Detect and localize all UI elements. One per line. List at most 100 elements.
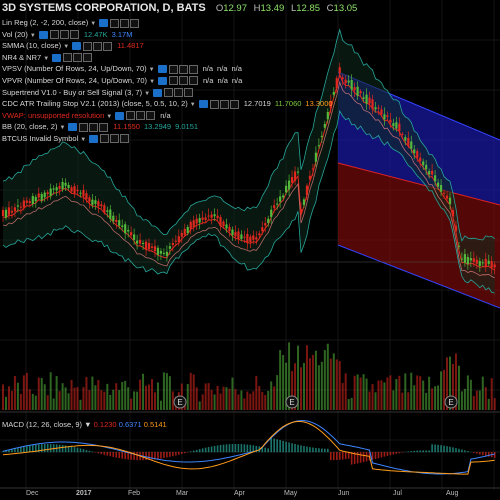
- high-value: 13.49: [260, 3, 285, 14]
- candle-body: [290, 176, 294, 183]
- indicator-label: BB (20, close, 2): [2, 122, 58, 132]
- more-icon[interactable]: [103, 41, 113, 51]
- eye-icon[interactable]: [115, 111, 125, 120]
- settings-icon[interactable]: [83, 41, 93, 51]
- settings-icon[interactable]: [110, 18, 120, 28]
- close-icon[interactable]: [120, 18, 130, 28]
- macd-label: MACD (12, 26, close, 9): [2, 420, 83, 429]
- close-icon[interactable]: [174, 88, 184, 98]
- volume-bar: [25, 372, 28, 410]
- indicator-row-vol[interactable]: Vol (20) ▼ 12.47K 3.17M: [2, 29, 333, 41]
- indicator-row-supertrend[interactable]: Supertrend V1.0 - Buy or Sell Signal (3,…: [2, 87, 333, 99]
- more-icon[interactable]: [120, 134, 130, 144]
- close-icon[interactable]: [178, 64, 188, 74]
- settings-icon[interactable]: [126, 111, 136, 121]
- macd-histogram-bar: [446, 446, 448, 453]
- indicator-row-vwap[interactable]: VWAP: unsupported resolution ▼ n/a: [2, 110, 333, 122]
- volume-bar: [112, 389, 115, 410]
- chevron-down-icon[interactable]: ▼: [43, 56, 49, 62]
- more-icon[interactable]: [229, 99, 239, 109]
- chevron-down-icon[interactable]: ▼: [90, 21, 96, 27]
- indicator-row-cdc[interactable]: CDC ATR Trailing Stop V2.1 (2013) (close…: [2, 98, 333, 110]
- close-icon[interactable]: [179, 76, 189, 86]
- settings-icon[interactable]: [63, 53, 73, 63]
- candle-body: [279, 196, 282, 202]
- eye-icon[interactable]: [68, 123, 78, 132]
- candle-body: [16, 205, 19, 207]
- time-axis[interactable]: Dec 2017 Feb Mar Apr May Jun Jul Aug: [0, 490, 500, 500]
- chevron-down-icon[interactable]: ▼: [30, 33, 36, 39]
- indicator-row-linreg[interactable]: Lin Reg (2, -2, 200, close) ▼: [2, 17, 333, 29]
- volume-bar: [94, 385, 97, 410]
- indicator-row-btcus[interactable]: BTCUS Invalid Symbol ▼: [2, 133, 333, 145]
- indicator-row-vpsv[interactable]: VPSV (Number Of Rows, 24, Up/Down, 70) ▼ n…: [2, 63, 333, 75]
- eye-icon[interactable]: [52, 53, 62, 62]
- chevron-down-icon[interactable]: ▼: [190, 102, 196, 108]
- volume-bar: [2, 384, 4, 410]
- chevron-down-icon[interactable]: ▼: [144, 91, 150, 97]
- chevron-down-icon[interactable]: ▼: [149, 79, 155, 85]
- indicator-row-nr4[interactable]: NR4 & NR7 ▼: [2, 52, 333, 64]
- more-icon[interactable]: [130, 18, 140, 28]
- chevron-down-icon[interactable]: ▼: [80, 137, 86, 143]
- eye-icon[interactable]: [38, 30, 48, 39]
- settings-icon[interactable]: [169, 76, 179, 86]
- macd-histogram-bar: [264, 447, 267, 453]
- chart-area[interactable]: E E E 3D SYSTEMS CORPORATION, D, BATS O12.…: [0, 0, 500, 500]
- eye-icon[interactable]: [198, 100, 208, 109]
- more-icon[interactable]: [188, 64, 198, 74]
- close-icon[interactable]: [59, 30, 69, 40]
- candle-body: [138, 239, 142, 244]
- more-icon[interactable]: [146, 111, 156, 121]
- indicator-row-smma[interactable]: SMMA (10, close) ▼ 11.4817: [2, 40, 333, 52]
- more-icon[interactable]: [99, 122, 109, 132]
- close-icon[interactable]: [136, 111, 146, 121]
- settings-icon[interactable]: [164, 88, 174, 98]
- macd-histogram-bar: [43, 444, 46, 453]
- volume-bar: [267, 390, 270, 410]
- candle-body: [314, 152, 317, 162]
- macd-histogram-bar: [49, 444, 52, 453]
- settings-icon[interactable]: [100, 134, 110, 144]
- indicator-label: CDC ATR Trailing Stop V2.1 (2013) (close…: [2, 99, 188, 109]
- close-icon[interactable]: [110, 134, 120, 144]
- volume-bar: [159, 400, 162, 410]
- macd-histogram-bar: [335, 452, 338, 460]
- volume-bar: [308, 358, 311, 410]
- close-icon[interactable]: [73, 53, 83, 63]
- eye-icon[interactable]: [72, 42, 82, 51]
- close-icon[interactable]: [219, 99, 229, 109]
- indicator-value: 11.7060: [274, 99, 302, 109]
- chevron-down-icon[interactable]: ▼: [63, 44, 69, 50]
- volume-bar: [252, 391, 255, 410]
- chevron-down-icon[interactable]: ▼: [106, 114, 112, 120]
- eye-icon[interactable]: [157, 65, 167, 74]
- indicator-value: 11.4817: [117, 41, 144, 51]
- candle-body: [380, 109, 383, 115]
- macd-histogram-bar: [392, 452, 395, 455]
- more-icon[interactable]: [184, 88, 194, 98]
- candle-body: [293, 171, 297, 181]
- volume-bar: [219, 393, 222, 410]
- macd-histogram-bar: [100, 452, 103, 455]
- eye-icon[interactable]: [153, 88, 163, 97]
- chevron-down-icon[interactable]: ▼: [59, 125, 65, 131]
- close-icon[interactable]: [93, 41, 103, 51]
- close-icon[interactable]: [89, 122, 99, 132]
- indicator-row-vpvr[interactable]: VPVR (Number Of Rows, 24, Up/Down, 70) ▼ n…: [2, 75, 333, 87]
- settings-icon[interactable]: [168, 64, 178, 74]
- more-icon[interactable]: [189, 76, 199, 86]
- eye-icon[interactable]: [89, 134, 99, 143]
- chevron-down-icon[interactable]: ▼: [84, 420, 91, 429]
- more-icon[interactable]: [69, 30, 79, 40]
- more-icon[interactable]: [83, 53, 93, 63]
- eye-icon[interactable]: [99, 19, 109, 28]
- macd-histogram-bar: [195, 449, 198, 453]
- eye-icon[interactable]: [158, 76, 168, 85]
- settings-icon[interactable]: [209, 99, 219, 109]
- settings-icon[interactable]: [79, 122, 89, 132]
- indicator-row-bb[interactable]: BB (20, close, 2) ▼ 11.1550 13.2949 9.0151: [2, 121, 333, 133]
- settings-icon[interactable]: [49, 30, 59, 40]
- chevron-down-icon[interactable]: ▼: [149, 67, 155, 73]
- macd-histogram-bar: [26, 445, 28, 453]
